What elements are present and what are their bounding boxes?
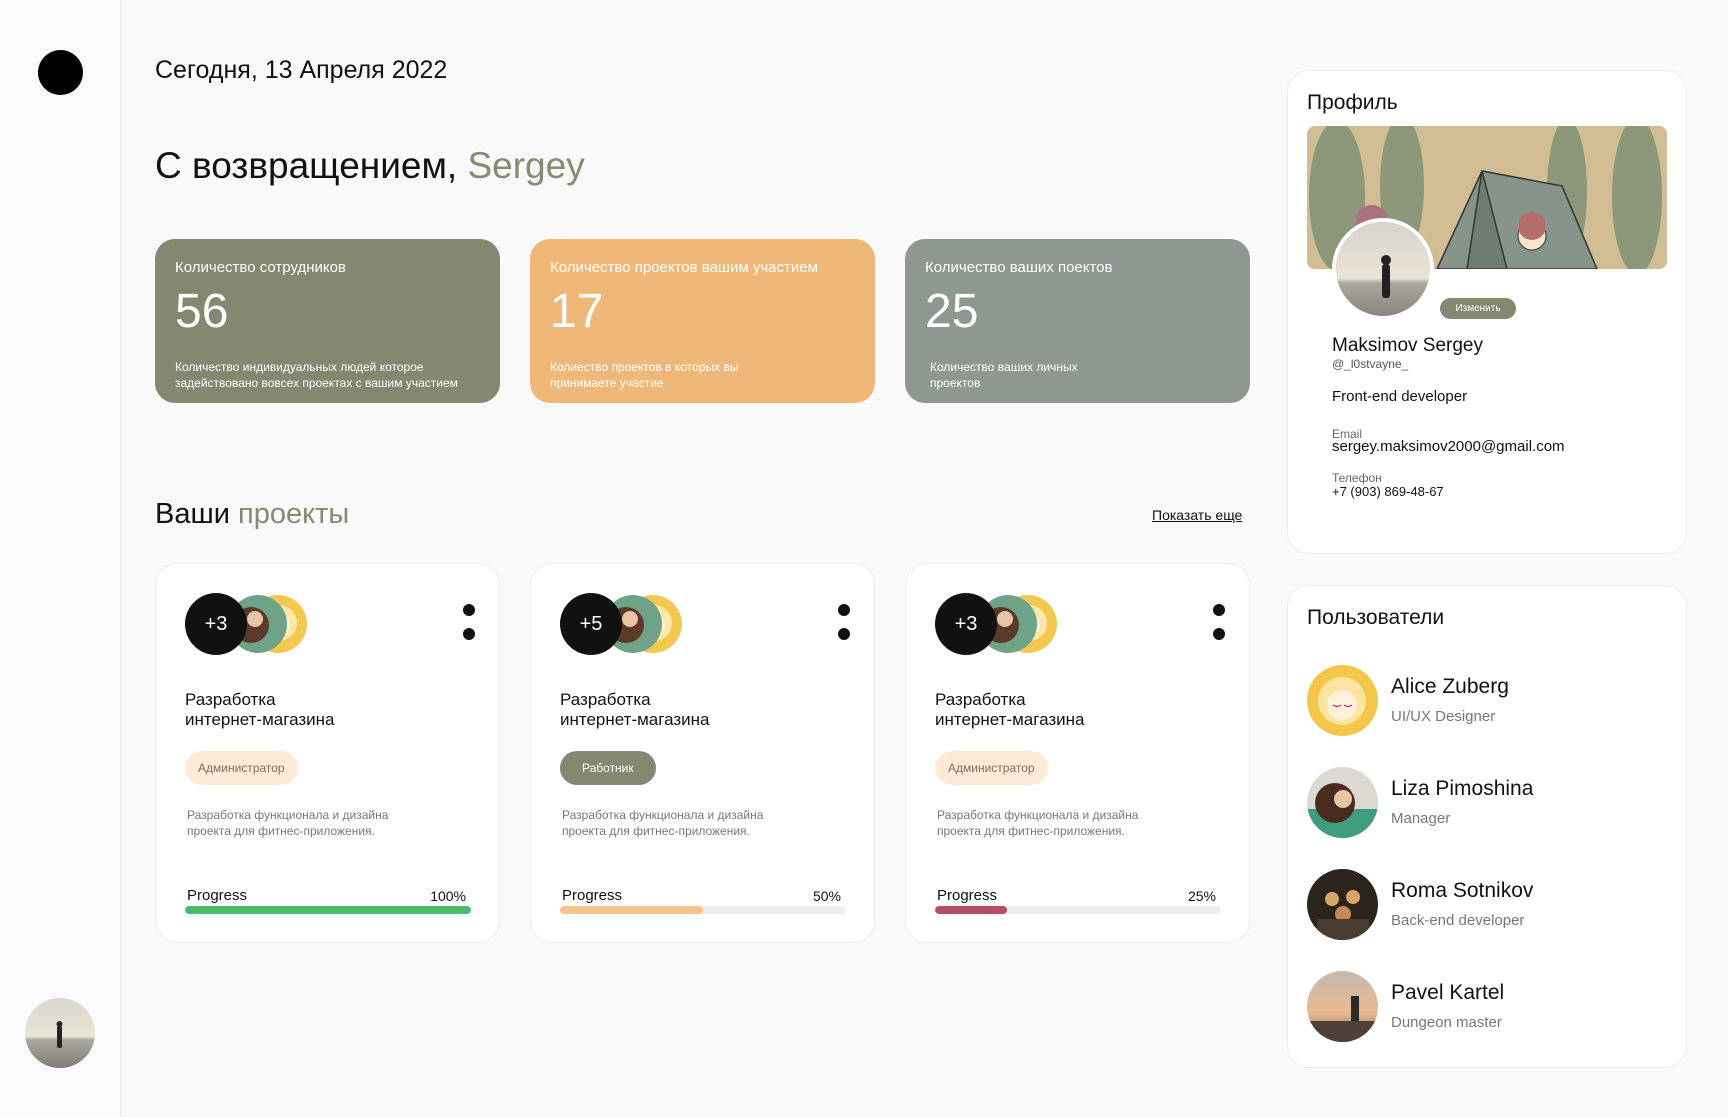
member-avatars: +3 bbox=[185, 593, 307, 655]
progress-percent: 100% bbox=[430, 888, 466, 904]
welcome-prefix: С возвращением, bbox=[155, 145, 458, 186]
phone-label: Телефон bbox=[1332, 471, 1382, 485]
role-badge: Администратор bbox=[935, 751, 1048, 785]
stat-description: Количество индивидуальных людей которое … bbox=[175, 360, 458, 390]
stat-card-own-projects: Количество ваших поектов 25 Количество в… bbox=[905, 239, 1250, 403]
edit-profile-button[interactable]: Изменить bbox=[1440, 298, 1516, 319]
project-card[interactable]: +3 Разработка интернет-магазина Админист… bbox=[905, 563, 1250, 943]
show-more-link[interactable]: Показать еще bbox=[1152, 507, 1242, 523]
user-item[interactable]: Pavel Kartel Dungeon master bbox=[1307, 971, 1667, 1043]
more-options-icon[interactable] bbox=[1213, 604, 1227, 644]
member-avatars: +5 bbox=[560, 593, 682, 655]
users-title: Пользователи bbox=[1307, 606, 1445, 629]
user-name: Pavel Kartel bbox=[1391, 981, 1505, 1004]
stat-value: 17 bbox=[550, 285, 604, 338]
user-item[interactable]: Liza Pimoshina Manager bbox=[1307, 767, 1667, 839]
project-description: Разработка функционала и дизайна проекта… bbox=[937, 808, 1139, 838]
projects-heading-highlight: проекты bbox=[238, 498, 350, 530]
sidebar bbox=[0, 0, 121, 1117]
user-name: Alice Zuberg bbox=[1391, 675, 1509, 698]
user-avatar bbox=[1307, 971, 1378, 1042]
project-card[interactable]: +5 Разработка интернет-магазина Работник… bbox=[530, 563, 875, 943]
profile-avatar bbox=[1332, 218, 1434, 320]
profile-name: Maksimov Sergey bbox=[1332, 335, 1483, 356]
profile-job: Front-end developer bbox=[1332, 388, 1468, 405]
progress-fill bbox=[935, 906, 1007, 914]
profile-handle: @_l0stvayne_ bbox=[1332, 357, 1409, 371]
progress-bar bbox=[185, 906, 471, 914]
stat-label: Количество проектов вашим участием bbox=[550, 259, 818, 276]
users-panel: Пользователи Alice Zuberg UI/UX Designer… bbox=[1287, 585, 1687, 1068]
profile-panel: Профиль Изменить Maksimov Sergey @_l0stv… bbox=[1287, 70, 1687, 554]
stat-value: 56 bbox=[175, 285, 229, 338]
user-avatar bbox=[1307, 869, 1378, 940]
more-options-icon[interactable] bbox=[463, 604, 477, 644]
extra-members-badge: +3 bbox=[185, 593, 247, 655]
progress-percent: 50% bbox=[812, 888, 841, 904]
project-description: Разработка функционала и дизайна проекта… bbox=[187, 808, 389, 838]
user-name: Roma Sotnikov bbox=[1391, 879, 1534, 902]
project-title: Разработка интернет-магазина bbox=[935, 690, 1085, 730]
logo[interactable] bbox=[38, 50, 83, 95]
welcome-heading: С возвращением, Sergey bbox=[155, 145, 585, 187]
welcome-name: Sergey bbox=[467, 145, 585, 186]
user-item[interactable]: Roma Sotnikov Back-end developer bbox=[1307, 869, 1667, 941]
user-avatar bbox=[1307, 767, 1378, 838]
progress-label: Progress bbox=[562, 887, 623, 904]
member-avatars: +3 bbox=[935, 593, 1057, 655]
profile-email: sergey.maksimov2000@gmail.com bbox=[1332, 438, 1565, 455]
stat-label: Количество сотрудников bbox=[175, 259, 346, 276]
progress-fill bbox=[185, 906, 471, 914]
project-title: Разработка интернет-магазина bbox=[185, 690, 335, 730]
project-title: Разработка интернет-магазина bbox=[560, 690, 710, 730]
projects-heading: Ваши проекты bbox=[155, 498, 349, 531]
project-description: Разработка функционала и дизайна проекта… bbox=[562, 808, 764, 838]
stat-value: 25 bbox=[925, 285, 979, 338]
stat-card-participating-projects: Количество проектов вашим участием 17 Ко… bbox=[530, 239, 875, 403]
progress-percent: 25% bbox=[1187, 888, 1216, 904]
user-role: Dungeon master bbox=[1391, 1014, 1502, 1031]
user-avatar bbox=[1307, 665, 1378, 736]
more-options-icon[interactable] bbox=[838, 604, 852, 644]
stat-card-employees: Количество сотрудников 56 Количество инд… bbox=[155, 239, 500, 403]
stat-label: Количество ваших поектов bbox=[925, 259, 1113, 276]
progress-label: Progress bbox=[937, 887, 998, 904]
role-badge: Администратор bbox=[185, 751, 298, 785]
progress-label: Progress bbox=[187, 887, 248, 904]
current-date: Сегодня, 13 Апреля 2022 bbox=[155, 56, 448, 84]
user-avatar[interactable] bbox=[25, 998, 95, 1068]
progress-fill bbox=[560, 906, 703, 914]
stat-description: Колиество проектов в которых вы принимае… bbox=[550, 360, 739, 390]
extra-members-badge: +3 bbox=[935, 593, 997, 655]
user-name: Liza Pimoshina bbox=[1391, 777, 1534, 800]
profile-title: Профиль bbox=[1307, 91, 1398, 114]
user-item[interactable]: Alice Zuberg UI/UX Designer bbox=[1307, 665, 1667, 737]
projects-heading-prefix: Ваши bbox=[155, 498, 230, 530]
user-role: Manager bbox=[1391, 810, 1451, 827]
user-role: Back-end developer bbox=[1391, 912, 1525, 929]
extra-members-badge: +5 bbox=[560, 593, 622, 655]
progress-bar bbox=[560, 906, 846, 914]
progress-bar bbox=[935, 906, 1221, 914]
profile-phone: +7 (903) 869-48-67 bbox=[1332, 484, 1444, 499]
role-badge: Работник bbox=[560, 751, 656, 785]
user-role: UI/UX Designer bbox=[1391, 708, 1496, 725]
project-card[interactable]: +3 Разработка интернет-магазина Админист… bbox=[155, 563, 500, 943]
stat-description: Количество ваших личных проектов bbox=[930, 360, 1078, 390]
